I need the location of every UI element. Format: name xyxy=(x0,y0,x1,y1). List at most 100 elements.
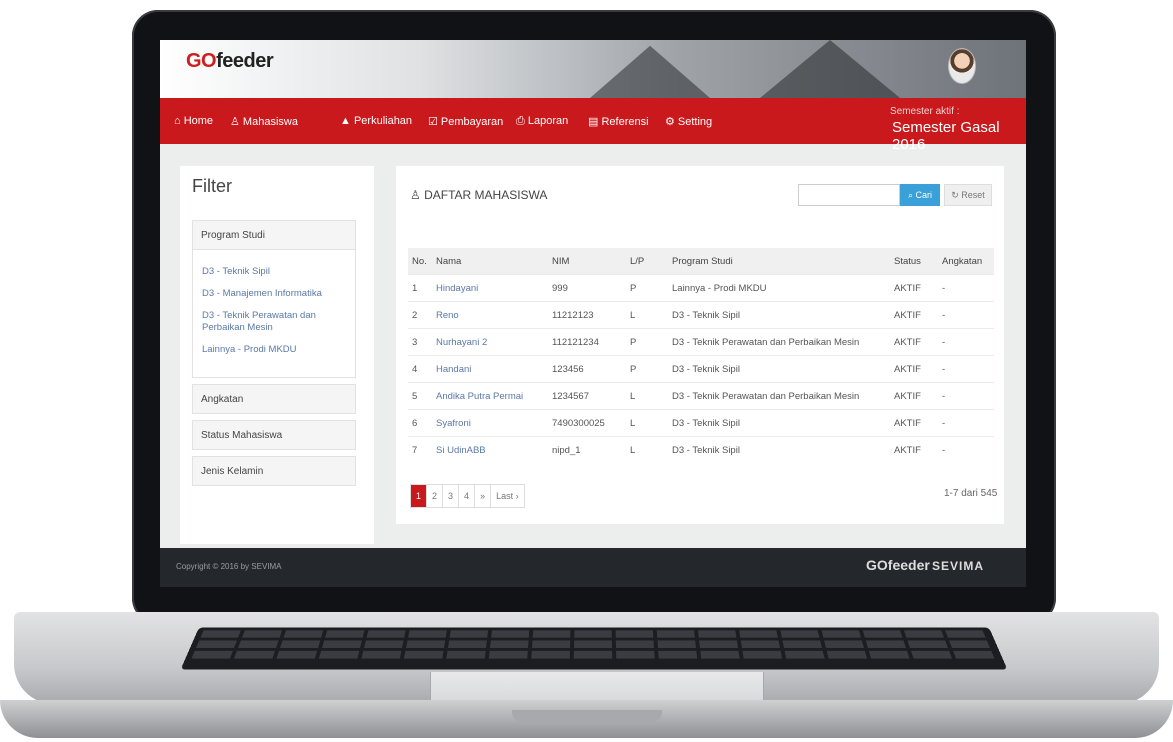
mahasiswa-panel: ♙ DAFTAR MAHASISWA ⌕ Cari ↻ Reset No. Na… xyxy=(396,166,1004,524)
gear-icon: ⚙ xyxy=(665,116,678,128)
table-row: 1 Hindayani 999 P Lainnya - Prodi MKDU AKTIF - xyxy=(408,274,994,302)
nav-mahasiswa[interactable]: ♙ Mahasiswa xyxy=(230,115,298,128)
cell-nim: nipd_1 xyxy=(548,436,626,463)
cell-angkatan: - xyxy=(938,382,994,410)
cell-angkatan: - xyxy=(938,436,994,463)
cell-status: AKTIF xyxy=(890,355,938,383)
cell-status: AKTIF xyxy=(890,274,938,302)
page-last[interactable]: Last › xyxy=(491,485,524,507)
nav-referensi[interactable]: ▤ Referensi xyxy=(588,115,649,128)
table-row: 2 Reno 11212123 L D3 - Teknik Sipil AKTIF - xyxy=(408,301,994,329)
filter-jenis-kelamin[interactable]: Jenis Kelamin xyxy=(192,456,356,486)
user-icon: ♙ xyxy=(410,188,425,202)
program-item[interactable]: Lainnya - Prodi MKDU xyxy=(202,344,342,356)
table-row: 5 Andika Putra Permai 1234567 L D3 - Teknik … xyxy=(408,382,994,410)
nav-setting[interactable]: ⚙ Setting xyxy=(665,115,712,128)
table-row: 6 Syafroni 7490300025 L D3 - Teknik Sipil AKT… xyxy=(408,409,994,437)
home-icon: ⌂ xyxy=(174,115,184,127)
page-next[interactable]: » xyxy=(475,485,492,507)
cell-program-studi: D3 - Teknik Perawatan dan Perbaikan Mesi… xyxy=(668,382,890,410)
cell-lp: L xyxy=(626,409,668,437)
cell-angkatan: - xyxy=(938,274,994,302)
cell-angkatan: - xyxy=(938,355,994,383)
semester-label: Semester aktif : xyxy=(890,106,960,117)
program-item[interactable]: D3 - Teknik Perawatan dan Perbaikan Mesi… xyxy=(202,310,342,334)
filter-angkatan[interactable]: Angkatan xyxy=(192,384,356,414)
nav-pembayaran[interactable]: ☑ Pembayaran xyxy=(428,115,503,128)
cell-lp: P xyxy=(626,328,668,356)
nav-home[interactable]: ⌂ Home xyxy=(174,115,213,127)
cell-nama[interactable]: Nurhayani 2 xyxy=(432,328,548,356)
table-row: 3 Nurhayani 2 112121234 P D3 - Teknik Perawa… xyxy=(408,328,994,356)
filter-status[interactable]: Status Mahasiswa xyxy=(192,420,356,450)
avatar[interactable] xyxy=(948,48,976,84)
user-icon: ♙ xyxy=(230,116,243,128)
page-1[interactable]: 1 xyxy=(411,485,428,507)
graduation-cap-icon: ▲ xyxy=(340,115,354,127)
cell-nim: 1234567 xyxy=(548,382,626,410)
cell-lp: P xyxy=(626,355,668,383)
pagination: 1 2 3 4 » Last › xyxy=(410,484,525,508)
cell-nama[interactable]: Reno xyxy=(432,301,548,329)
footer: Copyright © 2016 by SEVIMA GOfeeder SEVI… xyxy=(160,548,1026,587)
cell-program-studi: Lainnya - Prodi MKDU xyxy=(668,274,890,302)
cell-angkatan: - xyxy=(938,409,994,437)
document-icon: ▤ xyxy=(588,116,602,128)
program-item[interactable]: D3 - Teknik Sipil xyxy=(202,266,342,278)
cell-nim: 999 xyxy=(548,274,626,302)
cell-nama[interactable]: Hindayani xyxy=(432,274,548,302)
cell-no: 5 xyxy=(408,382,432,410)
col-lp[interactable]: L/P xyxy=(626,248,668,275)
col-angkatan[interactable]: Angkatan xyxy=(938,248,994,275)
mahasiswa-table: No. Nama NIM L/P Program Studi Status An… xyxy=(408,248,994,463)
cell-lp: L xyxy=(626,301,668,329)
col-nim[interactable]: NIM xyxy=(548,248,626,275)
search-icon: ⌕ xyxy=(907,190,916,200)
col-program-studi[interactable]: Program Studi xyxy=(668,248,890,275)
table-row: 7 Si UdinABB nipd_1 L D3 - Teknik Sipil AKTIF… xyxy=(408,436,994,463)
cell-lp: L xyxy=(626,436,668,463)
nav-laporan[interactable]: ⎙ Laporan xyxy=(516,115,568,128)
cell-program-studi: D3 - Teknik Sipil xyxy=(668,409,890,437)
footer-sevima-logo: SEVIMA xyxy=(932,559,985,573)
cell-angkatan: - xyxy=(938,301,994,329)
laptop-trackpad xyxy=(430,672,764,703)
cell-nama[interactable]: Handani xyxy=(432,355,548,383)
col-status[interactable]: Status xyxy=(890,248,938,275)
filter-panel: Filter Program Studi D3 - Teknik Sipil D… xyxy=(180,166,374,544)
check-square-icon: ☑ xyxy=(428,116,441,128)
filter-title: Filter xyxy=(192,176,232,196)
cell-angkatan: - xyxy=(938,328,994,356)
cell-no: 7 xyxy=(408,436,432,463)
cell-nama[interactable]: Andika Putra Permai xyxy=(432,382,548,410)
page-3[interactable]: 3 xyxy=(443,485,460,507)
cell-nama[interactable]: Syafroni xyxy=(432,409,548,437)
cell-no: 2 xyxy=(408,301,432,329)
nav-perkuliahan[interactable]: ▲ Perkuliahan xyxy=(340,115,412,127)
cell-program-studi: D3 - Teknik Sipil xyxy=(668,301,890,329)
table-row: 4 Handani 123456 P D3 - Teknik Sipil AKTIF - xyxy=(408,355,994,383)
program-item[interactable]: D3 - Manajemen Informatika xyxy=(202,288,342,300)
cell-status: AKTIF xyxy=(890,409,938,437)
copyright-text: Copyright © 2016 by SEVIMA xyxy=(176,562,282,571)
cell-nama[interactable]: Si UdinABB xyxy=(432,436,548,463)
cell-nim: 112121234 xyxy=(548,328,626,356)
filter-program-studi[interactable]: Program Studi xyxy=(192,220,356,250)
search-button[interactable]: ⌕ Cari xyxy=(900,184,940,206)
cell-lp: L xyxy=(626,382,668,410)
page-4[interactable]: 4 xyxy=(459,485,476,507)
cell-program-studi: D3 - Teknik Sipil xyxy=(668,355,890,383)
app-screen: GOfeeder ⌂ Home ♙ Mahasiswa ▲ Perkuliaha… xyxy=(160,40,1026,587)
cell-status: AKTIF xyxy=(890,328,938,356)
cell-no: 1 xyxy=(408,274,432,302)
search-input[interactable] xyxy=(798,184,900,206)
col-nama[interactable]: Nama xyxy=(432,248,548,275)
page-2[interactable]: 2 xyxy=(427,485,444,507)
footer-gofeeder-logo: GOfeeder xyxy=(866,557,930,573)
gofeeder-logo[interactable]: GOfeeder xyxy=(186,50,274,73)
cell-no: 3 xyxy=(408,328,432,356)
reset-button[interactable]: ↻ Reset xyxy=(944,184,992,206)
col-no[interactable]: No. xyxy=(408,248,432,275)
cell-nim: 123456 xyxy=(548,355,626,383)
cell-lp: P xyxy=(626,274,668,302)
